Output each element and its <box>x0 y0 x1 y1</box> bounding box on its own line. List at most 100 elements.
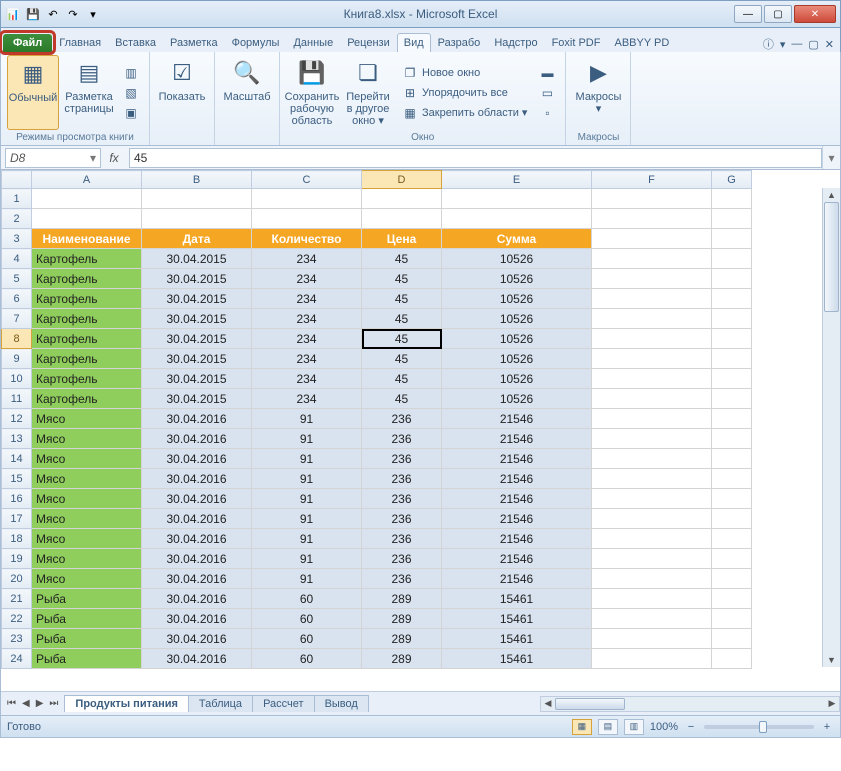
cell-C17[interactable]: 91 <box>252 509 362 529</box>
cell-E19[interactable]: 21546 <box>442 549 592 569</box>
cell-A20[interactable]: Мясо <box>32 569 142 589</box>
zoom-btn[interactable]: 🔍Масштаб <box>221 55 273 141</box>
col-header-D[interactable]: D <box>362 171 442 189</box>
cell-B16[interactable]: 30.04.2016 <box>142 489 252 509</box>
cell[interactable] <box>32 209 142 229</box>
cell-E13[interactable]: 21546 <box>442 429 592 449</box>
file-tab[interactable]: Файл <box>3 34 52 52</box>
sheet-tab-1[interactable]: Таблица <box>188 695 253 712</box>
sheet-nav-last-icon[interactable]: ⏭ <box>47 698 60 709</box>
table-header-cell[interactable]: Цена <box>362 229 442 249</box>
cell-C9[interactable]: 234 <box>252 349 362 369</box>
cell-D23[interactable]: 289 <box>362 629 442 649</box>
cell-A23[interactable]: Рыба <box>32 629 142 649</box>
cell-B4[interactable]: 30.04.2015 <box>142 249 252 269</box>
cell[interactable] <box>712 649 752 669</box>
cell-B19[interactable]: 30.04.2016 <box>142 549 252 569</box>
row-header-10[interactable]: 10 <box>2 369 32 389</box>
save-workspace[interactable]: 💾Сохранить рабочую область <box>286 55 338 130</box>
cell[interactable] <box>712 629 752 649</box>
row-header-22[interactable]: 22 <box>2 609 32 629</box>
ribbon-tab-главная[interactable]: Главная <box>52 33 108 52</box>
cell-E23[interactable]: 15461 <box>442 629 592 649</box>
ribbon-tab-разметка[interactable]: Разметка <box>163 33 225 52</box>
cell-E8[interactable]: 10526 <box>442 329 592 349</box>
ribbon-tab-foxit pdf[interactable]: Foxit PDF <box>545 33 608 52</box>
cell[interactable] <box>592 309 712 329</box>
cell-B12[interactable]: 30.04.2016 <box>142 409 252 429</box>
cell-B8[interactable]: 30.04.2015 <box>142 329 252 349</box>
cell-A16[interactable]: Мясо <box>32 489 142 509</box>
cell-E6[interactable]: 10526 <box>442 289 592 309</box>
cell-C7[interactable]: 234 <box>252 309 362 329</box>
maximize-button[interactable]: ▢ <box>764 5 792 23</box>
cell[interactable] <box>712 189 752 209</box>
view-fullscreen[interactable]: ▣ <box>119 104 143 122</box>
col-header-E[interactable]: E <box>442 171 592 189</box>
cell[interactable] <box>592 549 712 569</box>
cell-C6[interactable]: 234 <box>252 289 362 309</box>
row-header-13[interactable]: 13 <box>2 429 32 449</box>
name-box[interactable]: D8 ▾ <box>5 148 101 168</box>
qat-redo-icon[interactable]: ↷ <box>65 6 81 22</box>
ribbon-minimize-icon[interactable]: ▾ <box>780 38 786 51</box>
hscroll-thumb[interactable] <box>555 698 625 710</box>
cell[interactable] <box>592 329 712 349</box>
cell-A18[interactable]: Мясо <box>32 529 142 549</box>
cell-C23[interactable]: 60 <box>252 629 362 649</box>
cell-E24[interactable]: 15461 <box>442 649 592 669</box>
row-header-19[interactable]: 19 <box>2 549 32 569</box>
cell-C20[interactable]: 91 <box>252 569 362 589</box>
row-header-11[interactable]: 11 <box>2 389 32 409</box>
cell-B23[interactable]: 30.04.2016 <box>142 629 252 649</box>
cell[interactable] <box>712 289 752 309</box>
row-header-21[interactable]: 21 <box>2 589 32 609</box>
ribbon-tab-разрабо[interactable]: Разрабо <box>431 33 488 52</box>
col-header-C[interactable]: C <box>252 171 362 189</box>
row-header-15[interactable]: 15 <box>2 469 32 489</box>
cell[interactable] <box>712 389 752 409</box>
scroll-right-icon[interactable]: ▶ <box>825 697 839 711</box>
cell-D22[interactable]: 289 <box>362 609 442 629</box>
row-header-1[interactable]: 1 <box>2 189 32 209</box>
cell-C18[interactable]: 91 <box>252 529 362 549</box>
cell-B11[interactable]: 30.04.2015 <box>142 389 252 409</box>
cell-A21[interactable]: Рыба <box>32 589 142 609</box>
cell-E12[interactable]: 21546 <box>442 409 592 429</box>
cell[interactable] <box>712 589 752 609</box>
row-header-12[interactable]: 12 <box>2 409 32 429</box>
cell[interactable] <box>712 529 752 549</box>
cell-E17[interactable]: 21546 <box>442 509 592 529</box>
cell[interactable] <box>712 609 752 629</box>
vertical-scrollbar[interactable]: ▲ ▼ <box>822 188 840 667</box>
cell-D14[interactable]: 236 <box>362 449 442 469</box>
cell-D20[interactable]: 236 <box>362 569 442 589</box>
cell-E14[interactable]: 21546 <box>442 449 592 469</box>
view-pagebreak[interactable]: ▥ <box>119 64 143 82</box>
cell[interactable] <box>592 409 712 429</box>
cell[interactable] <box>442 209 592 229</box>
cell[interactable] <box>712 249 752 269</box>
table-header-cell[interactable]: Наименование <box>32 229 142 249</box>
cell-B9[interactable]: 30.04.2015 <box>142 349 252 369</box>
horizontal-scrollbar[interactable]: ◀ ▶ <box>540 696 840 712</box>
cell-E11[interactable]: 10526 <box>442 389 592 409</box>
sheet-grid[interactable]: ABCDEFG123НаименованиеДатаКоличествоЦена… <box>1 170 840 691</box>
cell-E20[interactable]: 21546 <box>442 569 592 589</box>
cell[interactable] <box>592 369 712 389</box>
cell-C21[interactable]: 60 <box>252 589 362 609</box>
row-header-18[interactable]: 18 <box>2 529 32 549</box>
row-header-3[interactable]: 3 <box>2 229 32 249</box>
cell[interactable] <box>252 209 362 229</box>
cell[interactable] <box>362 189 442 209</box>
cell[interactable] <box>252 189 362 209</box>
cell-D12[interactable]: 236 <box>362 409 442 429</box>
formula-input[interactable]: 45 <box>129 148 822 168</box>
cell-A17[interactable]: Мясо <box>32 509 142 529</box>
cell-D11[interactable]: 45 <box>362 389 442 409</box>
ribbon-tab-вид[interactable]: Вид <box>397 33 431 52</box>
cell-A10[interactable]: Картофель <box>32 369 142 389</box>
cell-A24[interactable]: Рыба <box>32 649 142 669</box>
cell-C15[interactable]: 91 <box>252 469 362 489</box>
cell-C24[interactable]: 60 <box>252 649 362 669</box>
